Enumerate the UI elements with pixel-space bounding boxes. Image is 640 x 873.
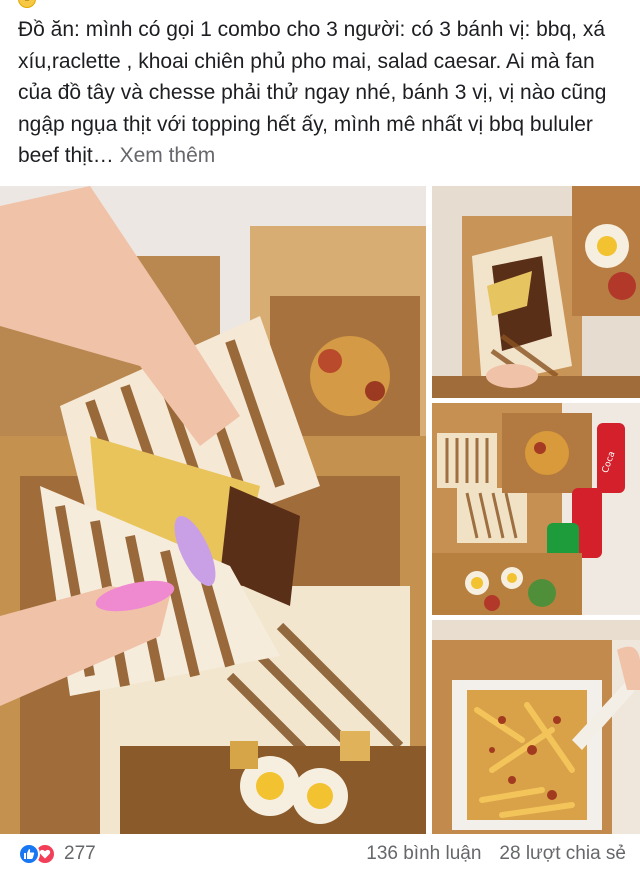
see-more-link[interactable]: Xem thêm: [120, 144, 216, 167]
reactions-summary[interactable]: 277: [18, 842, 96, 865]
shares-count-link[interactable]: 28 lượt chia sẻ: [499, 843, 626, 865]
photo-main[interactable]: [0, 186, 426, 834]
sandwich-photo-image: [0, 186, 426, 834]
reaction-count: 277: [64, 842, 96, 864]
photo-bottom-right[interactable]: [432, 620, 640, 834]
like-icon: [18, 842, 40, 865]
smile-emoji-icon: ☺: [18, 0, 36, 8]
combo-boxes-image: Coca: [432, 403, 640, 615]
post-footer: 277 136 bình luận 28 lượt chia sẻ: [0, 834, 640, 873]
cheese-fries-image: [432, 620, 640, 834]
post-body: Đồ ăn: mình có gọi 1 combo cho 3 người: …: [18, 18, 607, 167]
photo-top-right[interactable]: [432, 186, 640, 398]
comments-count-link[interactable]: 136 bình luận: [366, 843, 481, 865]
sandwich-closeup-image: [432, 186, 640, 398]
photo-middle-right[interactable]: Coca: [432, 403, 640, 615]
post-text: Đồ ăn: mình có gọi 1 combo cho 3 người: …: [18, 14, 628, 172]
